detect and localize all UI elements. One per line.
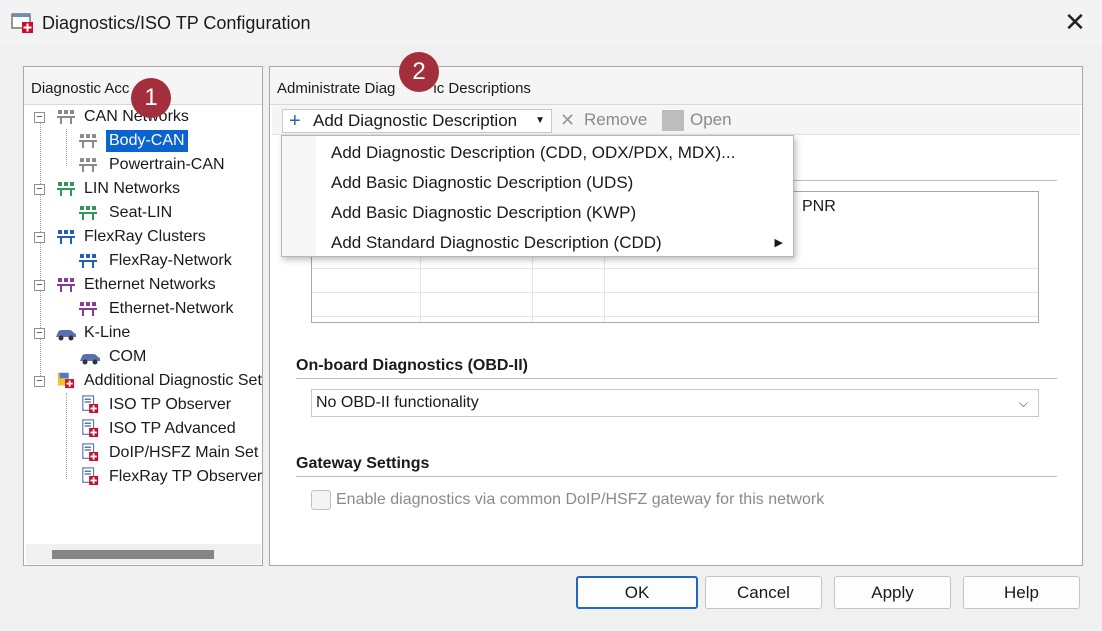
tree-label: Additional Diagnostic Set — [84, 372, 262, 389]
chevron-down-icon[interactable]: ⌵ — [1019, 390, 1028, 416]
section-divider — [780, 180, 1057, 181]
tree-label: Seat-LIN — [109, 204, 173, 221]
ethernet-network-icon — [57, 278, 75, 292]
ok-button[interactable]: OK — [576, 576, 698, 609]
collapse-icon[interactable]: − — [34, 376, 45, 387]
open-icon — [662, 110, 684, 131]
lin-network-icon — [57, 182, 75, 196]
cancel-button[interactable]: Cancel — [705, 576, 822, 609]
grid-row-line — [312, 292, 1038, 293]
menu-item-add-basic-uds[interactable]: Add Basic Diagnostic Description (UDS) — [282, 168, 793, 198]
section-divider — [296, 378, 1057, 379]
tree-connector — [66, 129, 67, 166]
add-diagnostic-description-button[interactable]: + Add Diagnostic Description ▼ — [282, 109, 552, 133]
add-description-menu: Add Diagnostic Description (CDD, ODX/PDX… — [281, 135, 794, 257]
panel-title-text: Administrate Diag — [277, 80, 396, 97]
document-add-icon — [82, 395, 99, 413]
collapse-icon[interactable]: − — [34, 112, 45, 123]
tree-label: ISO TP Advanced — [109, 420, 236, 437]
collapse-icon[interactable]: − — [34, 184, 45, 195]
callout-badge-2: 2 — [399, 52, 439, 92]
obd-selected-value: No OBD-II functionality — [316, 394, 479, 411]
enable-gateway-checkbox[interactable] — [311, 490, 331, 510]
flexray-cluster-icon — [57, 230, 75, 244]
column-header-pnr[interactable]: PNR — [802, 198, 836, 216]
flexray-bus-icon — [79, 254, 97, 268]
submenu-arrow-icon: ▶ — [774, 237, 783, 249]
remove-icon: ✕ — [560, 110, 576, 130]
menu-item-add-basic-kwp[interactable]: Add Basic Diagnostic Description (KWP) — [282, 198, 793, 228]
obd-functionality-select[interactable]: No OBD-II functionality ⌵ — [311, 389, 1039, 417]
open-button[interactable]: Open — [662, 109, 732, 133]
tree-label: COM — [109, 348, 147, 365]
panel-title-text-tail: ic Descriptions — [433, 80, 531, 97]
diagnostic-access-panel: Diagnostic Acc − CAN Networks Body-CAN P… — [23, 66, 263, 566]
car-icon — [56, 330, 76, 341]
remove-button[interactable]: ✕ Remove — [560, 109, 647, 133]
lin-bus-icon — [79, 206, 97, 220]
menu-item-label: Add Basic Diagnostic Description (KWP) — [331, 203, 637, 222]
diagnostic-access-title: Diagnostic Acc — [31, 80, 130, 97]
tree-label: FlexRay-Network — [109, 252, 232, 269]
menu-item-add-cdd-odx-mdx[interactable]: Add Diagnostic Description (CDD, ODX/PDX… — [282, 138, 793, 168]
remove-button-label: Remove — [584, 110, 648, 129]
descriptions-toolbar: + Add Diagnostic Description ▼ ✕ Remove … — [272, 105, 1080, 135]
callout-badge-1: 1 — [131, 78, 171, 118]
collapse-icon[interactable]: − — [34, 232, 45, 243]
can-bus-icon — [79, 158, 97, 172]
caret-down-icon[interactable]: ▼ — [535, 110, 545, 132]
menu-item-label: Add Basic Diagnostic Description (UDS) — [331, 173, 634, 192]
collapse-icon[interactable]: − — [34, 328, 45, 339]
gateway-section-title: Gateway Settings — [296, 455, 430, 472]
tree-label: Powertrain-CAN — [109, 156, 225, 173]
enable-gateway-label: Enable diagnostics via common DoIP/HSFZ … — [336, 491, 825, 508]
car-icon — [80, 354, 100, 365]
horizontal-scrollbar[interactable] — [26, 544, 261, 564]
document-add-icon — [82, 419, 99, 437]
window-title: Diagnostics/ISO TP Configuration — [42, 13, 311, 33]
document-add-icon — [82, 467, 99, 485]
tree-label: FlexRay TP Observer — [109, 468, 263, 485]
tree-label: FlexRay Clusters — [84, 228, 206, 245]
plus-icon: + — [289, 110, 301, 132]
help-button[interactable]: Help — [963, 576, 1080, 609]
menu-item-add-standard-cdd[interactable]: Add Standard Diagnostic Description (CDD… — [282, 228, 793, 258]
obd-section-title: On-board Diagnostics (OBD-II) — [296, 357, 528, 374]
scrollbar-thumb[interactable] — [52, 550, 214, 559]
tree-connector — [66, 393, 67, 479]
open-button-label: Open — [690, 110, 732, 129]
tree-label: K-Line — [84, 324, 131, 341]
apply-button[interactable]: Apply — [834, 576, 951, 609]
collapse-icon[interactable]: − — [34, 280, 45, 291]
title-bar: Diagnostics/ISO TP Configuration ✕ — [0, 0, 1102, 46]
menu-item-label: Add Diagnostic Description (CDD, ODX/PDX… — [331, 143, 736, 162]
add-button-label: Add Diagnostic Description — [313, 111, 518, 130]
tree-label: LIN Networks — [84, 180, 181, 197]
document-add-icon — [82, 443, 99, 461]
ethernet-bus-icon — [79, 302, 97, 316]
tree-label: ISO TP Observer — [109, 396, 232, 413]
menu-item-label: Add Standard Diagnostic Description (CDD… — [331, 233, 662, 252]
grid-row-line — [312, 268, 1038, 269]
tree-label: Ethernet Networks — [84, 276, 216, 293]
grid-row-line — [312, 316, 1038, 317]
close-window-button[interactable]: ✕ — [1058, 8, 1092, 38]
section-divider — [296, 476, 1057, 477]
can-network-icon — [57, 110, 75, 124]
can-bus-icon — [79, 134, 97, 148]
app-window-icon — [11, 13, 33, 33]
tree-label: Ethernet-Network — [109, 300, 234, 317]
tree-connector — [40, 118, 41, 382]
tree-label: Body-CAN — [106, 130, 188, 152]
folder-add-icon — [57, 372, 75, 389]
tree-label: DoIP/HSFZ Main Set — [109, 444, 259, 461]
